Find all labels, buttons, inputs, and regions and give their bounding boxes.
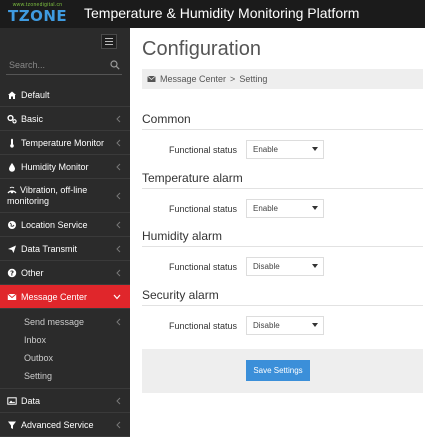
section-divider (142, 305, 423, 306)
breadcrumb-current: Setting (239, 74, 268, 84)
sidebar-item-vibration-text: Vibration, off-line monitoring (7, 185, 88, 206)
envelope-icon (7, 293, 17, 300)
envelope-icon (147, 75, 156, 82)
sidebar-item-basic[interactable]: Basic (0, 107, 130, 131)
sidebar-item-label: Vibration, off-line monitoring (7, 184, 130, 207)
breadcrumb-separator: > (230, 74, 236, 84)
caret-down-icon (312, 206, 318, 210)
caret-down-icon (312, 264, 318, 268)
message-center-submenu: Send message Inbox Outbox Setting (0, 309, 130, 389)
sidebar-item-label: Data (21, 395, 41, 406)
functional-status-label: Functional status (169, 145, 238, 155)
form-actions: Save Settings (142, 349, 423, 393)
breadcrumb-parent[interactable]: Message Center (160, 74, 226, 84)
temperature-alarm-status-select[interactable]: Enable (246, 199, 324, 218)
submenu-item-setting[interactable]: Setting (0, 367, 130, 385)
sidebar-item-label: Data Transmit (21, 243, 78, 254)
question-icon: ? (7, 268, 17, 277)
chevron-left-icon (116, 115, 121, 122)
sidebar-item-label: Other (21, 267, 44, 278)
functional-status-label: Functional status (169, 204, 238, 214)
svg-text:?: ? (10, 269, 14, 277)
breadcrumb: Message Center > Setting (142, 69, 423, 89)
sidebar-search (6, 55, 122, 75)
sidebar: Default Basic Temperature Monitor Humidi… (0, 28, 130, 437)
submenu-item-outbox[interactable]: Outbox (0, 349, 130, 367)
logo[interactable]: www.tzonedigital.cn TZONE (8, 3, 67, 25)
sidebar-item-label: Temperature Monitor (21, 137, 105, 148)
sidebar-item-location-service[interactable]: Location Service (0, 213, 130, 237)
submenu-item-send-message[interactable]: Send message (0, 313, 130, 331)
sidebar-toggle-button[interactable] (101, 34, 117, 49)
section-title-security-alarm: Security alarm (142, 288, 219, 302)
functional-status-label: Functional status (169, 262, 238, 272)
submenu-item-inbox[interactable]: Inbox (0, 331, 130, 349)
section-title-temperature-alarm: Temperature alarm (142, 171, 243, 185)
sidebar-item-data-transmit[interactable]: Data Transmit (0, 237, 130, 261)
sidebar-item-vibration[interactable]: Vibration, off-line monitoring (0, 179, 130, 213)
caret-down-icon (312, 323, 318, 327)
functional-status-label: Functional status (169, 321, 238, 331)
chevron-down-icon (113, 294, 121, 299)
caret-down-icon (312, 147, 318, 151)
logo-text: TZONE (8, 7, 68, 25)
sidebar-item-message-center[interactable]: Message Center (0, 285, 130, 309)
select-value: Enable (253, 145, 278, 154)
chevron-left-icon (116, 421, 121, 428)
humidity-alarm-status-select[interactable]: Disable (246, 257, 324, 276)
sidebar-menu: Default Basic Temperature Monitor Humidi… (0, 83, 130, 437)
section-divider (142, 188, 423, 189)
home-icon (8, 91, 16, 99)
chevron-left-icon (116, 221, 121, 228)
page-title: Configuration (142, 38, 261, 60)
sidebar-item-label: Default (21, 89, 50, 100)
select-value: Enable (253, 204, 278, 213)
common-status-select[interactable]: Enable (246, 140, 324, 159)
chevron-left-icon (116, 318, 121, 326)
chevron-left-icon (116, 139, 121, 146)
filter-icon (8, 421, 16, 429)
chevron-left-icon (116, 245, 121, 252)
search-icon[interactable] (110, 60, 120, 70)
thermometer-icon (10, 138, 14, 148)
section-divider (142, 129, 423, 130)
send-icon (8, 245, 16, 253)
section-title-humidity-alarm: Humidity alarm (142, 229, 223, 243)
vibration-icon (7, 186, 17, 194)
globe-icon (8, 220, 16, 229)
submenu-item-label: Send message (24, 317, 85, 327)
sidebar-item-label: Advanced Service (21, 419, 94, 430)
sidebar-item-temperature-monitor[interactable]: Temperature Monitor (0, 131, 130, 155)
sidebar-item-default[interactable]: Default (0, 83, 130, 107)
security-alarm-status-select[interactable]: Disable (246, 316, 324, 335)
search-input[interactable] (6, 55, 106, 75)
section-divider (142, 246, 423, 247)
image-icon (7, 396, 17, 405)
cogs-icon (7, 114, 17, 123)
chevron-left-icon (116, 192, 121, 199)
chevron-left-icon (116, 397, 121, 404)
sidebar-item-label: Humidity Monitor (21, 161, 89, 172)
sidebar-item-other[interactable]: ? Other (0, 261, 130, 285)
sidebar-item-label: Basic (21, 113, 44, 124)
sidebar-item-data[interactable]: Data (0, 389, 130, 413)
app-title: Temperature & Humidity Monitoring Platfo… (84, 5, 360, 21)
droplet-icon (9, 162, 15, 172)
chevron-left-icon (116, 269, 121, 276)
chevron-left-icon (116, 163, 121, 170)
sidebar-item-humidity-monitor[interactable]: Humidity Monitor (0, 155, 130, 179)
section-title-common: Common (142, 112, 191, 126)
sidebar-item-label: Location Service (21, 219, 88, 230)
select-value: Disable (253, 262, 280, 271)
main-content: Configuration Message Center > Setting C… (130, 28, 425, 437)
sidebar-item-advanced-service[interactable]: Advanced Service (0, 413, 130, 437)
select-value: Disable (253, 321, 280, 330)
top-header: www.tzonedigital.cn TZONE Temperature & … (0, 0, 425, 28)
save-settings-button[interactable]: Save Settings (246, 360, 310, 381)
sidebar-item-label: Message Center (21, 291, 88, 302)
